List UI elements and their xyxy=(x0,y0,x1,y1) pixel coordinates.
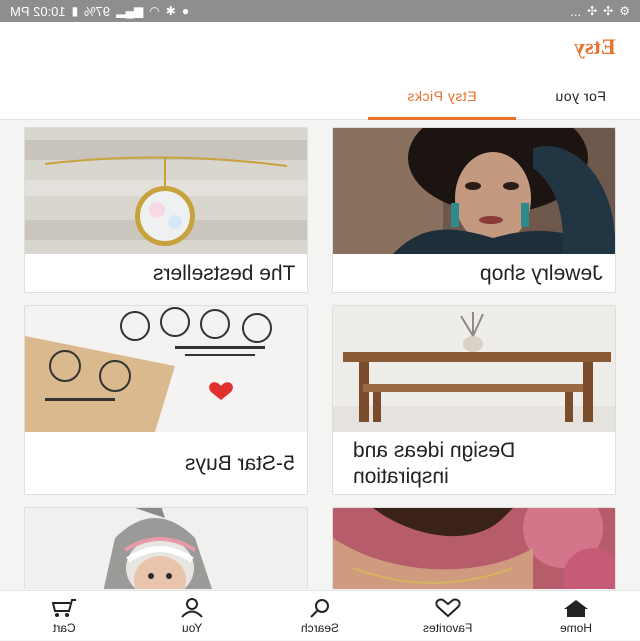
fan-icon-2: ✣ xyxy=(603,4,614,18)
card-caption: Jewelry shop xyxy=(333,254,615,292)
more-notifications: ... xyxy=(570,3,582,19)
card-jewelry-shop[interactable]: Jewelry shop xyxy=(332,127,616,293)
status-bar: 10:02 PM ▮ 97% ▂▄▆ ◠ ✱ ● ... ✣ ✣ ⚙ xyxy=(0,0,640,22)
card-necklace-model[interactable] xyxy=(332,507,616,589)
nav-search-label: Search xyxy=(300,620,340,635)
card-caption: Design ideas and inspiration xyxy=(333,432,615,494)
user-icon xyxy=(181,597,203,618)
nav-home-label: Home xyxy=(559,620,592,635)
card-five-star-buys-label: 5-Star Buys xyxy=(185,451,295,475)
tab-etsy-picks-label: Etsy Picks xyxy=(407,88,477,104)
portrait-stamp-photo xyxy=(25,306,307,432)
app-header: Etsy xyxy=(0,22,640,72)
bluetooth-icon: ✱ xyxy=(165,4,176,18)
nav-cart[interactable]: Cart xyxy=(0,591,128,641)
card-caption: 5-Star Buys xyxy=(25,432,307,494)
card-design-ideas[interactable]: Design ideas and inspiration xyxy=(332,305,616,495)
card-bestsellers[interactable]: The bestsellers xyxy=(24,127,308,293)
battery-level: 97% xyxy=(84,3,111,19)
woman-earrings-photo xyxy=(333,128,615,254)
battery-icon: ▮ xyxy=(71,4,79,18)
card-five-star-buys[interactable]: 5-Star Buys xyxy=(24,305,308,495)
etsy-logo[interactable]: Etsy xyxy=(574,34,616,60)
shark-costume-photo xyxy=(25,508,307,589)
card-shark-costume[interactable] xyxy=(24,507,308,589)
card-bestsellers-label: The bestsellers xyxy=(152,261,295,285)
tab-for-you[interactable]: For you xyxy=(520,72,640,120)
tab-for-you-label: For you xyxy=(554,88,606,104)
nav-you[interactable]: You xyxy=(128,591,256,641)
card-caption: The bestsellers xyxy=(25,254,307,292)
tab-etsy-picks[interactable]: Etsy Picks xyxy=(368,72,516,120)
home-icon xyxy=(564,599,588,617)
cart-icon xyxy=(51,598,76,617)
nav-search[interactable]: Search xyxy=(256,591,384,641)
card-design-ideas-label: Design ideas and inspiration xyxy=(353,438,516,488)
nav-you-label: You xyxy=(181,620,203,635)
heart-icon xyxy=(435,598,461,617)
tab-bar: For you Etsy Picks xyxy=(0,72,640,120)
signal-icon: ▂▄▆ xyxy=(116,4,144,18)
location-icon: ● xyxy=(181,4,190,18)
search-icon xyxy=(310,598,329,618)
settings-icon: ⚙ xyxy=(619,4,630,18)
wooden-table-photo xyxy=(333,306,615,432)
nav-cart-label: Cart xyxy=(52,620,76,635)
status-time: 10:02 PM xyxy=(10,3,66,19)
nav-home[interactable]: Home xyxy=(512,591,640,641)
fan-icon: ✣ xyxy=(587,4,598,18)
picks-grid: Jewelry shop The bestsellers Design idea… xyxy=(0,121,640,589)
card-jewelry-shop-label: Jewelry shop xyxy=(480,261,603,285)
necklace-model-photo xyxy=(333,508,615,589)
wifi-icon: ◠ xyxy=(149,4,160,18)
nav-favorites[interactable]: Favorites xyxy=(384,591,512,641)
nav-favorites-label: Favorites xyxy=(423,620,473,635)
opal-necklace-photo xyxy=(25,128,307,254)
bottom-nav: Home Favorites Search You Cart xyxy=(0,590,640,640)
